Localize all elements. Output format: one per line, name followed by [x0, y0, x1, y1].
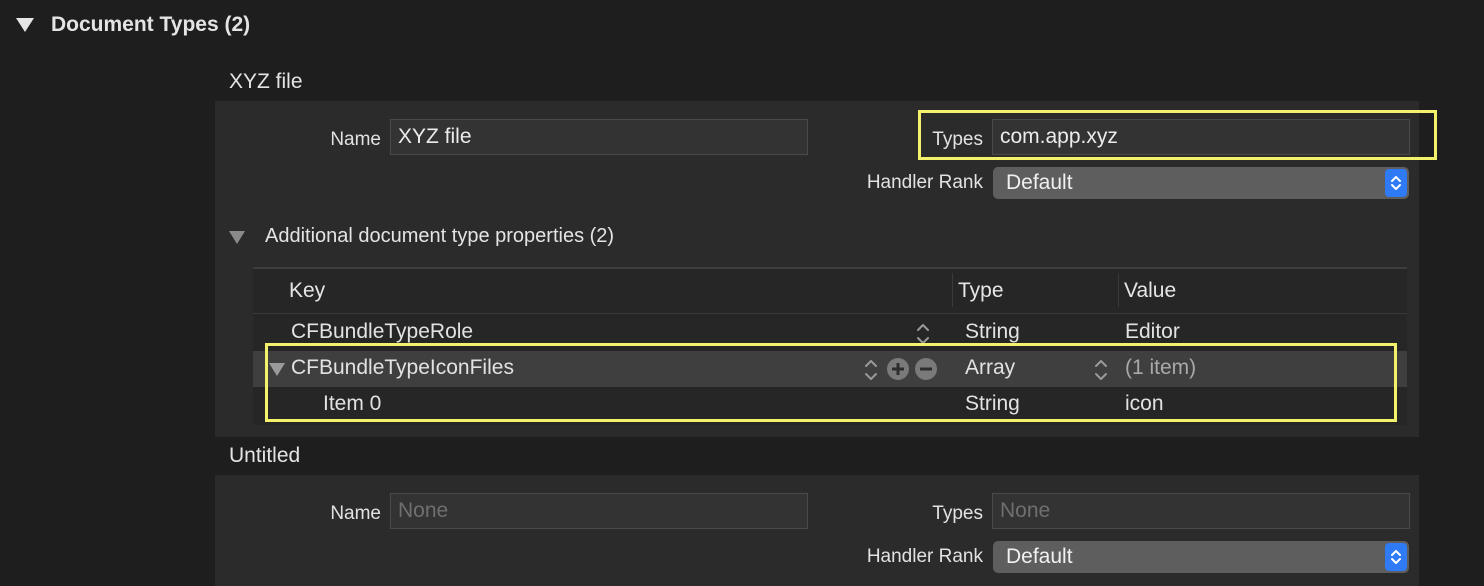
types-label: Types: [932, 503, 983, 524]
name-field[interactable]: None: [390, 493, 808, 529]
icon-files-highlight: [265, 343, 1397, 422]
handler-rank-popup[interactable]: Default: [993, 541, 1409, 573]
column-header-type[interactable]: Type: [958, 279, 1004, 303]
name-field[interactable]: XYZ file: [390, 119, 808, 155]
document-type-title: Untitled: [229, 444, 301, 467]
disclosure-triangle-icon[interactable]: [16, 18, 34, 32]
name-label: Name: [330, 503, 381, 524]
handler-rank-label: Handler Rank: [866, 546, 983, 567]
column-header-key[interactable]: Key: [289, 279, 325, 303]
row-key: CFBundleTypeRole: [291, 320, 474, 343]
section-title: Document Types (2): [51, 13, 251, 36]
handler-rank-label: Handler Rank: [866, 172, 983, 193]
popup-chevrons-icon: [1385, 169, 1407, 197]
document-type-panel: Name None Types None Handler Rank Defaul…: [215, 475, 1419, 586]
handler-rank-popup[interactable]: Default: [993, 167, 1409, 199]
additional-properties-title: Additional document type properties (2): [265, 225, 615, 247]
row-value[interactable]: Editor: [1125, 320, 1180, 344]
row-type[interactable]: String: [965, 320, 1020, 344]
types-highlight: [918, 110, 1437, 160]
popup-chevrons-icon: [1385, 543, 1407, 571]
document-type-title: XYZ file: [229, 70, 303, 93]
column-header-value[interactable]: Value: [1124, 279, 1176, 303]
name-label: Name: [330, 129, 381, 150]
handler-rank-value: Default: [1006, 545, 1073, 568]
handler-rank-value: Default: [1006, 171, 1073, 194]
additional-disclosure-icon[interactable]: [229, 231, 245, 244]
types-field[interactable]: None: [992, 493, 1410, 529]
